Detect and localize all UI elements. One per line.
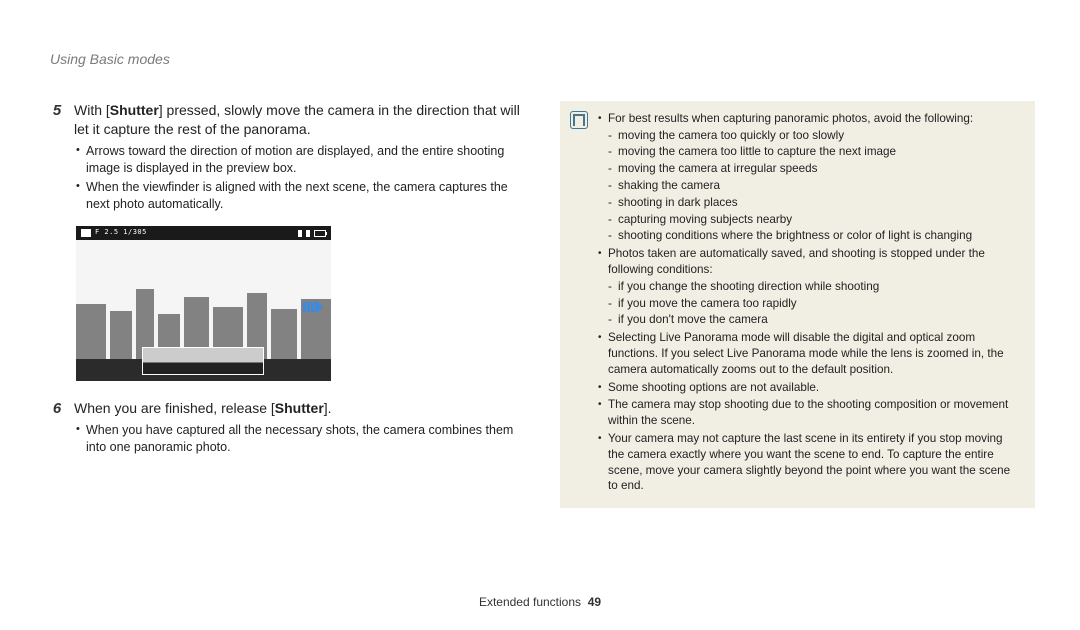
preview-viewport — [76, 240, 331, 381]
step-title: With [Shutter] pressed, slowly move the … — [74, 101, 530, 139]
note-sub-item: moving the camera at irregular speeds — [608, 161, 1021, 177]
right-column: For best results when capturing panorami… — [560, 101, 1035, 508]
step-number: 6 — [50, 399, 64, 459]
list-item: When the viewfinder is aligned with the … — [74, 179, 530, 213]
note-sub-item: shaking the camera — [608, 178, 1021, 194]
plain-text: With [ — [74, 102, 110, 118]
step5-bullets: Arrows toward the direction of motion ar… — [74, 143, 530, 214]
note-item: Some shooting options are not available. — [598, 380, 1021, 396]
mode-icon — [81, 229, 91, 237]
note-item: The camera may stop shooting due to the … — [598, 397, 1021, 429]
note-icon — [570, 111, 588, 129]
note-sub-item: moving the camera too quickly or too slo… — [608, 128, 1021, 144]
left-column: 5 With [Shutter] pressed, slowly move th… — [50, 101, 530, 467]
note-sub-item: shooting in dark places — [608, 195, 1021, 211]
plain-text: When you are finished, release [ — [74, 400, 275, 416]
plain-text: ]. — [324, 400, 332, 416]
step-title: When you are finished, release [Shutter]… — [74, 399, 530, 418]
battery-icon — [314, 230, 326, 237]
content-columns: 5 With [Shutter] pressed, slowly move th… — [50, 101, 1035, 508]
note-box: For best results when capturing panorami… — [560, 101, 1035, 508]
exposure-label: F 2.5 1/305 — [95, 228, 147, 237]
section-header: Using Basic modes — [50, 50, 1035, 69]
direction-arrow-icon — [303, 300, 325, 314]
note-sub-item: if you move the camera too rapidly — [608, 296, 1021, 312]
list-item: When you have captured all the necessary… — [74, 422, 530, 456]
note-sub-item: shooting conditions where the brightness… — [608, 228, 1021, 244]
step-body: With [Shutter] pressed, slowly move the … — [74, 101, 530, 216]
step-body: When you are finished, release [Shutter]… — [74, 399, 530, 459]
panorama-preview-box — [142, 347, 264, 375]
flash-icon — [306, 230, 310, 237]
note-sub-list: if you change the shooting direction whi… — [608, 279, 1021, 328]
step-6: 6 When you are finished, release [Shutte… — [50, 399, 530, 459]
storage-icon — [298, 230, 302, 237]
note-sub-list: moving the camera too quickly or too slo… — [608, 128, 1021, 245]
note-sub-item: if you don't move the camera — [608, 312, 1021, 328]
camera-preview-illustration: F 2.5 1/305 — [76, 226, 331, 381]
shutter-key-label: Shutter — [110, 102, 159, 118]
step-5: 5 With [Shutter] pressed, slowly move th… — [50, 101, 530, 216]
note-sub-item: moving the camera too little to capture … — [608, 144, 1021, 160]
note-list: For best results when capturing panorami… — [598, 111, 1021, 494]
step6-bullets: When you have captured all the necessary… — [74, 422, 530, 456]
chapter-label: Extended functions — [479, 595, 581, 609]
step-number: 5 — [50, 101, 64, 216]
note-content: For best results when capturing panorami… — [598, 111, 1021, 496]
note-sub-item: capturing moving subjects nearby — [608, 212, 1021, 228]
note-sub-item: if you change the shooting direction whi… — [608, 279, 1021, 295]
note-item: For best results when capturing panorami… — [598, 111, 1021, 244]
note-item: Photos taken are automatically saved, an… — [598, 246, 1021, 328]
list-item: Arrows toward the direction of motion ar… — [74, 143, 530, 177]
note-item: Your camera may not capture the last sce… — [598, 431, 1021, 494]
page-number: 49 — [588, 595, 601, 609]
page-footer: Extended functions 49 — [0, 594, 1080, 610]
shutter-key-label: Shutter — [275, 400, 324, 416]
note-item: Selecting Live Panorama mode will disabl… — [598, 330, 1021, 377]
preview-top-bar: F 2.5 1/305 — [76, 226, 331, 240]
